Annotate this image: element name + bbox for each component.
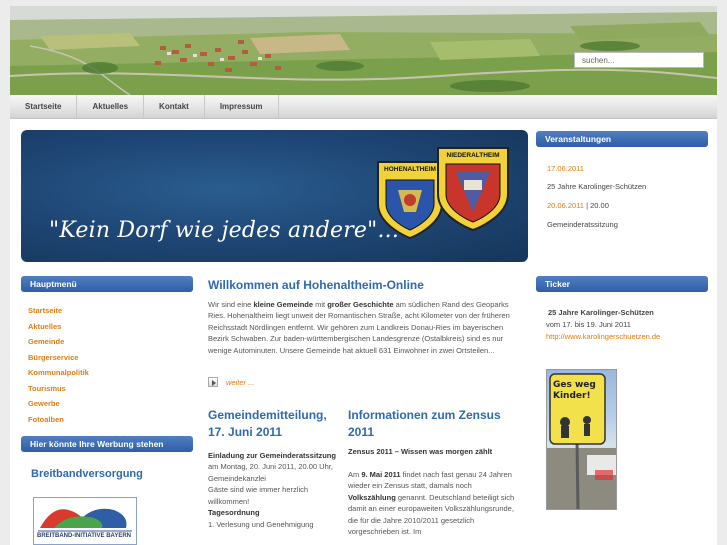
landscape-photo (10, 6, 717, 95)
breitband-link[interactable]: Breitbandversorgung (31, 468, 143, 480)
crest-left-label: HOHENALTHEIM (384, 166, 436, 173)
nav-item-kontakt[interactable]: Kontakt (144, 95, 205, 118)
col1-text: Einladung zur Gemeinderatssitzung am Mon… (208, 451, 336, 529)
crest-right-label: NIEDERALTHEIM (446, 152, 500, 159)
crest-niederaltheim: NIEDERALTHEIM (436, 146, 510, 232)
col1-title[interactable]: Gemeindemitteilung, 17. Juni 2011 (208, 407, 336, 442)
ticker-text: vom 17. bis 19. Juni 2011 (546, 320, 631, 329)
menu-item-aktuelles[interactable]: Aktuelles (28, 322, 89, 338)
weiter-label: weiter ... (226, 377, 255, 387)
header-image: suchen... (10, 6, 717, 95)
weiter-link[interactable]: weiter ... (208, 377, 254, 387)
crest-hohenaltheim: HOHENALTHEIM (376, 160, 444, 240)
ticker-header: Ticker (536, 276, 708, 292)
breitband-image-text: BREITBAND-INITIATIVE BAYERN (37, 533, 132, 539)
menu-item-gemeinde[interactable]: Gemeinde (28, 337, 89, 353)
event2-date[interactable]: 20.06.2011 (547, 201, 584, 210)
menu-header: Hauptmenü (21, 276, 193, 292)
breitband-banner[interactable]: BREITBAND-INITIATIVE BAYERN (33, 497, 137, 545)
events-header: Veranstaltungen (536, 131, 708, 147)
col2-text: Zensus 2011 – Wissen was morgen zählt Am… (348, 447, 515, 537)
menu-item-startseite[interactable]: Startseite (28, 306, 89, 322)
arrow-right-icon (208, 377, 218, 387)
event1-date[interactable]: 17.06.2011 (547, 164, 584, 175)
col2-title[interactable]: Informationen zum Zensus 2011 (348, 407, 518, 442)
nav-item-startseite[interactable]: Startseite (10, 95, 78, 118)
menu-item-tourismus[interactable]: Tourismus (28, 384, 89, 400)
ticker-headline: 25 Jahre Karolinger-Schützen (548, 308, 654, 317)
event2-line: 20.06.2011 | 20.00 (547, 201, 609, 210)
banner-slogan: "Kein Dorf wie jedes andere"... (49, 218, 400, 243)
menu-item-buergerservice[interactable]: Bürgerservice (28, 353, 89, 369)
menu-item-kommunalpolitik[interactable]: Kommunalpolitik (28, 368, 89, 384)
page: suchen... Startseite Aktuelles Kontakt I… (10, 6, 717, 545)
nav-item-aktuelles[interactable]: Aktuelles (77, 95, 145, 118)
banner: "Kein Dorf wie jedes andere"... HOHENALT… (21, 130, 528, 262)
ticker-image[interactable]: Ges weg Kinder! (546, 369, 617, 510)
menu-item-gewerbe[interactable]: Gewerbe (28, 399, 89, 415)
ticker-link[interactable]: http://www.karolingerschuetzen.de (546, 332, 660, 343)
ad-header: Hier könnte Ihre Werbung stehen (21, 436, 193, 452)
main-nav: Startseite Aktuelles Kontakt Impressum (10, 95, 717, 119)
event2-text: Gemeinderatssitzung (547, 220, 618, 229)
search-input[interactable]: suchen... (574, 52, 704, 68)
menu-item-fotoalben[interactable]: Fotoalben (28, 415, 89, 431)
welcome-text: Wir sind eine kleine Gemeinde mit großer… (208, 300, 510, 355)
nav-item-impressum[interactable]: Impressum (205, 95, 279, 118)
event1-text: 25 Jahre Karolinger-Schützen (547, 182, 647, 191)
main-menu: Startseite Aktuelles Gemeinde Bürgerserv… (28, 306, 89, 430)
sign-text: Ges weg Kinder! (553, 380, 596, 402)
welcome-title[interactable]: Willkommen auf Hohenaltheim-Online (208, 278, 424, 292)
